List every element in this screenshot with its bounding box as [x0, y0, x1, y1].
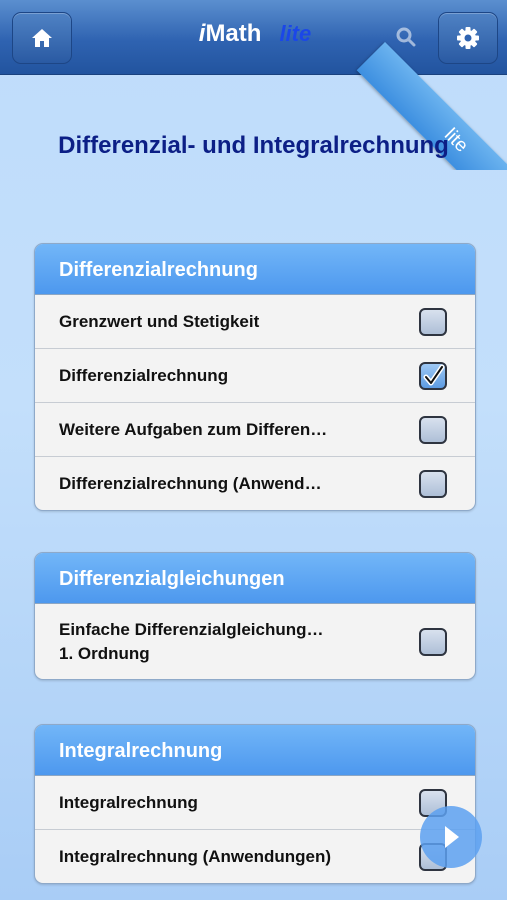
next-button[interactable] [420, 806, 482, 868]
section-integralrechnung: Integralrechnung Integralrechnung Integr… [34, 724, 476, 884]
list-item[interactable]: Grenzwert und Stetigkeit [35, 295, 475, 348]
checkbox[interactable] [419, 469, 447, 498]
checkbox-checked[interactable] [419, 361, 447, 390]
checkbox[interactable] [419, 415, 447, 444]
list-item[interactable]: Differenzialrechnung (Anwend… [35, 456, 475, 510]
list-item-label: Differenzialrechnung [59, 365, 229, 385]
checkmark-icon [423, 364, 445, 385]
list-item-label: Integralrechnung (Anwendungen) [59, 846, 331, 866]
section-header: Differenzialgleichungen [35, 553, 475, 604]
section-header: Differenzialrechnung [35, 244, 475, 295]
app-edition: lite [279, 21, 312, 46]
list-item-label: Differenzialrechnung (Anwend… [59, 473, 322, 493]
list-item-label: Grenzwert und Stetigkeit [59, 311, 260, 331]
list-item[interactable]: Einfache Differenzialgleichung… 1. Ordnu… [35, 604, 475, 679]
list-item[interactable]: Differenzialrechnung [35, 348, 475, 402]
list-item-label: Einfache Differenzialgleichung… 1. Ordnu… [59, 619, 324, 663]
home-button[interactable] [12, 12, 72, 64]
list-item[interactable]: Integralrechnung (Anwendungen) [35, 829, 475, 883]
app-title: iMath lite [160, 20, 350, 54]
app-name-text: Math [205, 20, 262, 47]
page-title: Differenzial- und Integralrechnung [58, 132, 449, 159]
list-item-label: Integralrechnung [59, 792, 198, 812]
list-item[interactable]: Weitere Aufgaben zum Differen… [35, 402, 475, 456]
section-differenzialgleichungen: Differenzialgleichungen Einfache Differe… [34, 552, 476, 680]
list-item-label: Weitere Aufgaben zum Differen… [59, 419, 328, 439]
play-icon [445, 826, 459, 848]
section-differenzialrechnung: Differenzialrechnung Grenzwert und Steti… [34, 243, 476, 511]
app-name: iMath [199, 20, 262, 48]
section-header: Integralrechnung [35, 725, 475, 776]
list-item[interactable]: Integralrechnung [35, 776, 475, 829]
checkbox[interactable] [419, 627, 447, 656]
checkbox[interactable] [419, 307, 447, 336]
home-icon [32, 29, 52, 47]
